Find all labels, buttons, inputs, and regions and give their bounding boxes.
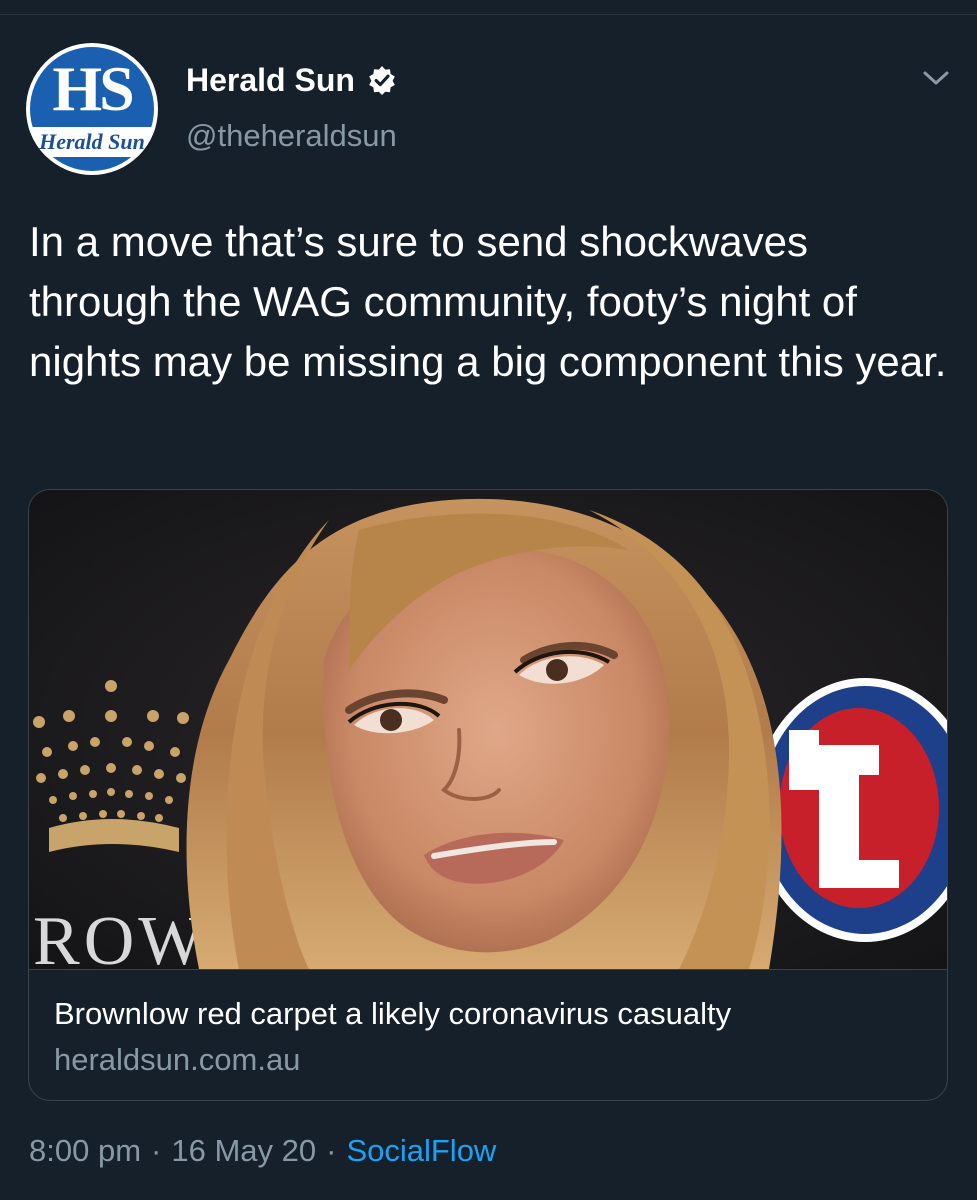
name-row: Herald Sun [186, 58, 397, 102]
display-name[interactable]: Herald Sun [186, 62, 355, 99]
tweet-text: In a move that’s sure to send shockwaves… [29, 218, 947, 385]
avatar-logo-band-text: Herald Sun [39, 129, 145, 154]
tweet-time[interactable]: 8:00 pm [29, 1133, 141, 1168]
card-domain: heraldsun.com.au [54, 1042, 301, 1077]
top-divider [0, 14, 977, 15]
chevron-down-icon[interactable] [920, 62, 952, 94]
avatar[interactable]: HS Herald Sun [26, 43, 158, 175]
tweet-source-link[interactable]: SocialFlow [346, 1133, 496, 1168]
tweet-date[interactable]: 16 May 20 [171, 1133, 316, 1168]
link-card[interactable]: ROW Brownlow red carpet a likely coronav… [28, 489, 948, 1101]
card-divider [29, 969, 947, 970]
card-image-sign-text: ROW [33, 903, 208, 969]
account-handle[interactable]: @theheraldsun [186, 118, 397, 154]
card-title[interactable]: Brownlow red carpet a likely coronavirus… [54, 996, 731, 1032]
card-image: ROW [29, 490, 947, 969]
avatar-logo-text: HS [52, 53, 134, 124]
tweet-meta: 8:00 pm · 16 May 20 · SocialFlow [29, 1133, 496, 1169]
meta-separator: · [151, 1133, 162, 1168]
meta-separator: · [326, 1133, 337, 1168]
verified-badge-icon [367, 65, 397, 95]
